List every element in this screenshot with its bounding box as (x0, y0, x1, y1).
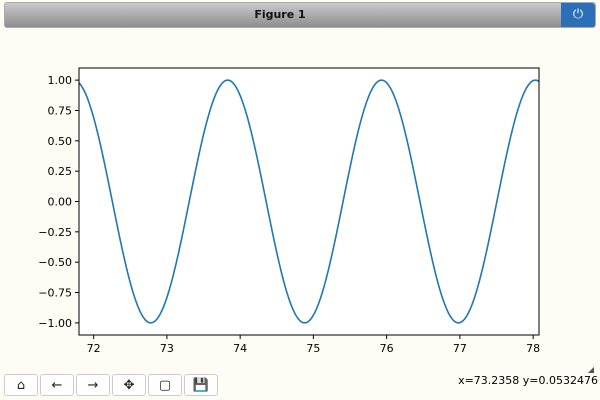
y-tick-label: −0.25 (38, 226, 72, 239)
resize-handle-icon[interactable]: ◢ (588, 365, 594, 374)
y-tick-label: 0.50 (48, 135, 73, 148)
y-tick-label: 0.00 (48, 196, 73, 209)
arrow-right-icon: → (87, 378, 99, 393)
arrow-left-icon: ← (51, 378, 63, 393)
y-tick-label: −0.50 (38, 256, 72, 269)
x-tick-label: 74 (233, 342, 247, 355)
y-tick-label: −1.00 (38, 317, 72, 330)
y-tick-label: 0.25 (48, 165, 73, 178)
pan-button[interactable]: ✥ (112, 374, 146, 396)
cursor-coordinates: x=73.2358 y=0.0532476 (458, 374, 598, 387)
toolbar: ⌂ ← → ✥ ▢ 💾 (4, 374, 218, 396)
x-tick-label: 73 (160, 342, 174, 355)
chart[interactable]: 72 73 74 75 76 77 78 1.00 0.75 0.50 0.25 0.00 −0.25 −… (0, 0, 600, 400)
forward-button[interactable]: → (76, 374, 110, 396)
x-tick-label: 75 (306, 342, 320, 355)
save-icon: 💾 (192, 378, 210, 393)
home-icon: ⌂ (16, 378, 26, 393)
back-button[interactable]: ← (40, 374, 74, 396)
y-tick-label: −0.75 (38, 287, 72, 300)
zoom-button[interactable]: ▢ (148, 374, 182, 396)
x-tick-label: 76 (380, 342, 394, 355)
x-tick-label: 77 (453, 342, 467, 355)
x-tick-label: 72 (87, 342, 101, 355)
x-tick-label: 78 (526, 342, 540, 355)
y-tick-label: 1.00 (48, 74, 73, 87)
move-icon: ✥ (123, 378, 135, 393)
zoom-rect-icon: ▢ (158, 378, 172, 393)
y-tick-label: 0.75 (48, 104, 73, 117)
save-button[interactable]: 💾 (184, 374, 218, 396)
plot-area (79, 68, 539, 335)
home-button[interactable]: ⌂ (4, 374, 38, 396)
